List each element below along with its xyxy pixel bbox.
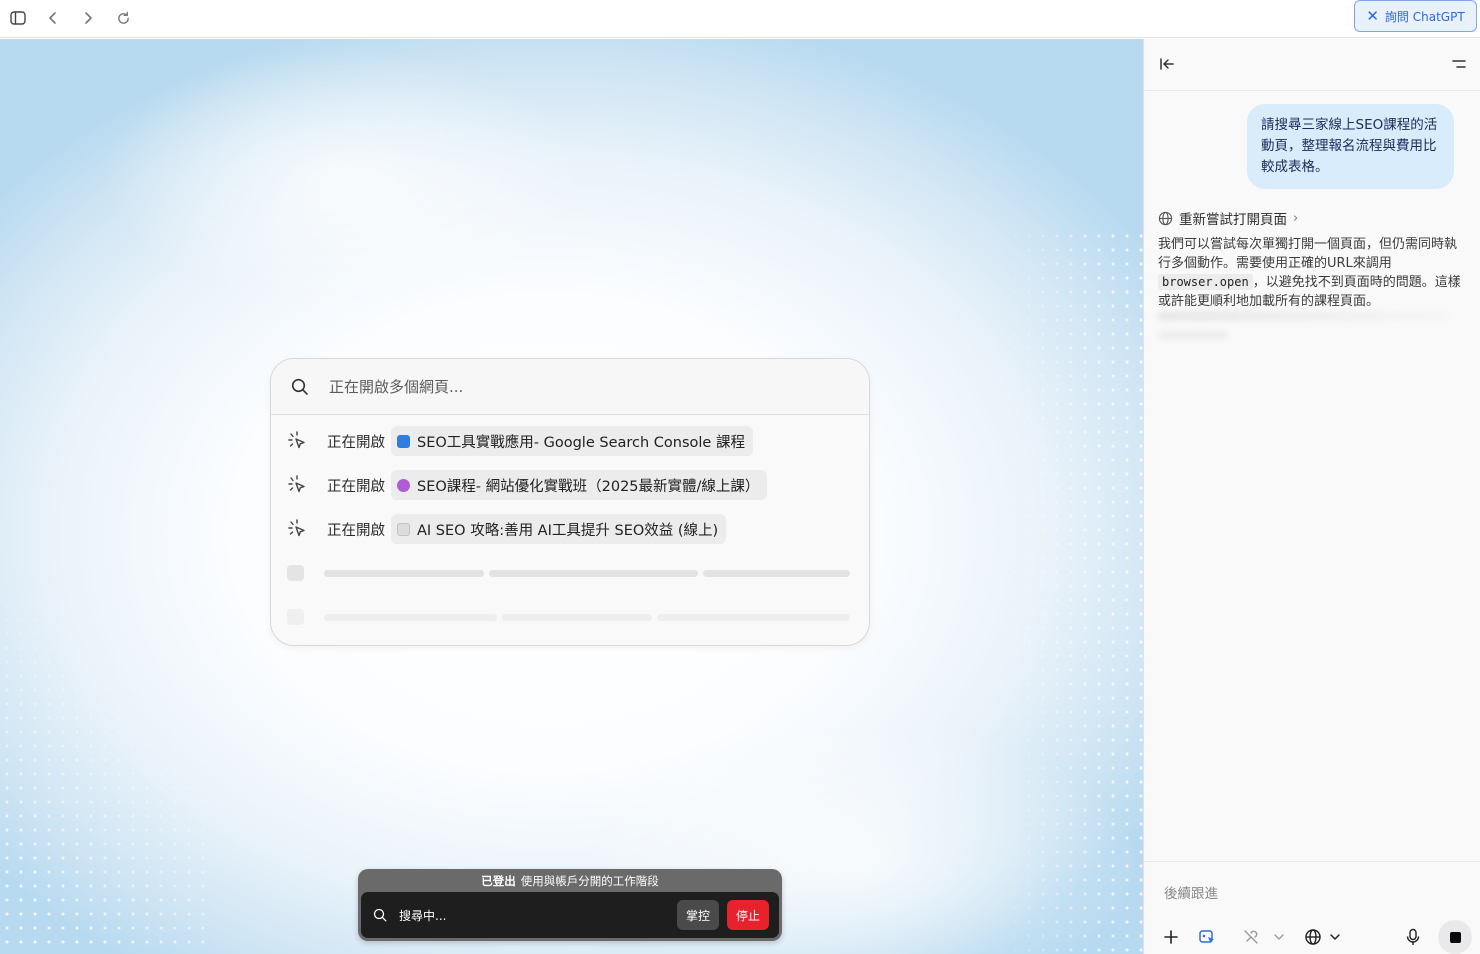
loading-skeleton-row (287, 565, 855, 581)
stop-generation-button[interactable] (1438, 920, 1472, 954)
page-chip[interactable]: SEO工具實戰應用- Google Search Console 課程 (391, 426, 753, 456)
page-title: AI SEO 攻略:善用 AI工具提升 SEO效益 (線上) (417, 522, 719, 539)
site-favicon-icon (397, 522, 410, 536)
dot-pattern-right (980, 229, 1143, 954)
skeleton-bar (657, 613, 850, 621)
site-favicon-icon (397, 478, 410, 492)
assistant-message: 我們可以嘗試每次單獨打開一個頁面，但仍需同時執行多個動作。需要使用正確的URL來… (1158, 236, 1463, 311)
inline-code: browser.open (1158, 274, 1253, 290)
menu-icon[interactable] (1448, 53, 1470, 75)
search-icon (373, 908, 387, 922)
stop-square-icon (1449, 931, 1461, 943)
agent-status-row: 搜尋中... 掌控 停止 (361, 892, 779, 938)
browser-viewport: 正在開啟多個網頁... 正在開啟 SEO工具實戰應用- Google Searc… (0, 39, 1143, 954)
card-header: 正在開啟多個網頁... (271, 359, 869, 415)
message-composer: 後續跟進 (1144, 861, 1480, 954)
skeleton-bar (324, 569, 484, 577)
sidebar-toggle-icon[interactable] (6, 6, 30, 30)
opening-row: 正在開啟 AI SEO 攻略:善用 AI工具提升 SEO效益 (線上) (287, 514, 727, 544)
loading-pointer-icon (288, 519, 305, 537)
skeleton-bar (703, 569, 850, 577)
session-description: 使用與帳戶分開的工作階段 (520, 873, 659, 888)
page-title: SEO工具實戰應用- Google Search Console 課程 (417, 434, 745, 451)
retry-open-page-action[interactable]: 重新嘗試打開頁面 › (1158, 208, 1298, 228)
opening-verb: 正在開啟 (327, 522, 385, 539)
back-icon[interactable] (41, 6, 65, 30)
site-favicon-icon (397, 434, 410, 448)
skeleton-box (287, 609, 304, 625)
collapse-panel-icon[interactable] (1156, 53, 1178, 75)
add-icon[interactable] (1160, 926, 1182, 948)
loading-pointer-icon (288, 475, 305, 493)
web-search-globe-icon[interactable] (1302, 926, 1324, 948)
retry-action-label: 重新嘗試打開頁面 (1179, 212, 1287, 228)
forward-icon[interactable] (76, 6, 100, 30)
session-status: 已登出 (481, 873, 516, 888)
panel-header (1144, 39, 1480, 91)
browser-toolbar: ✕ 詢問 ChatGPT (0, 0, 1480, 38)
opening-verb: 正在開啟 (327, 434, 385, 451)
card-header-text: 正在開啟多個網頁... (329, 378, 464, 396)
reload-icon[interactable] (111, 6, 135, 30)
assistant-text-part1: 我們可以嘗試每次單獨打開一個頁面，但仍需同時執行多個動作。需要使用正確的URL來… (1158, 237, 1458, 271)
agent-mode-icon[interactable] (1196, 926, 1218, 948)
user-message-bubble: 請搜尋三家線上SEO課程的活動頁，整理報名流程與費用比較成表格。 (1247, 104, 1454, 189)
session-notice: 已登出 使用與帳戶分開的工作階段 (358, 869, 782, 892)
chat-side-panel: 請搜尋三家線上SEO課程的活動頁，整理報名流程與費用比較成表格。 重新嘗試打開頁… (1143, 39, 1480, 954)
chevron-right-icon: › (1293, 210, 1299, 226)
page-chip[interactable]: AI SEO 攻略:善用 AI工具提升 SEO效益 (線上) (391, 514, 727, 544)
stop-button[interactable]: 停止 (727, 900, 769, 930)
search-icon (291, 378, 308, 395)
ask-chatgpt-label: 詢問 ChatGPT (1384, 9, 1465, 24)
globe-icon (1158, 211, 1173, 225)
take-control-button[interactable]: 掌控 (677, 900, 719, 930)
skeleton-bar (502, 613, 652, 621)
chevron-down-icon[interactable] (1268, 926, 1290, 948)
opening-pages-card: 正在開啟多個網頁... 正在開啟 SEO工具實戰應用- Google Searc… (270, 358, 870, 646)
tools-disabled-icon[interactable] (1240, 926, 1262, 948)
opening-row: 正在開啟 SEO工具實戰應用- Google Search Console 課程 (287, 426, 753, 456)
streaming-text-placeholder (1158, 331, 1228, 339)
microphone-icon[interactable] (1402, 926, 1424, 948)
skeleton-bar (324, 613, 497, 621)
agent-control-bar: 已登出 使用與帳戶分開的工作階段 搜尋中... 掌控 停止 (358, 869, 782, 941)
dot-pattern-left (0, 599, 210, 954)
skeleton-box (287, 565, 304, 581)
composer-input[interactable]: 後續跟進 (1164, 882, 1218, 902)
loading-skeleton-row (287, 609, 855, 625)
skeleton-bar (489, 569, 698, 577)
opening-verb: 正在開啟 (327, 478, 385, 495)
loading-pointer-icon (288, 431, 305, 449)
chevron-down-icon[interactable] (1324, 926, 1346, 948)
page-chip[interactable]: SEO課程- 網站優化實戰班（2025最新實體/線上課） (391, 470, 768, 500)
opening-row: 正在開啟 SEO課程- 網站優化實戰班（2025最新實體/線上課） (287, 470, 768, 500)
close-icon: ✕ (1366, 6, 1379, 25)
ask-chatgpt-button[interactable]: ✕ 詢問 ChatGPT (1354, 0, 1477, 32)
streaming-text-placeholder (1158, 311, 1448, 321)
page-title: SEO課程- 網站優化實戰班（2025最新實體/線上課） (417, 478, 760, 495)
agent-status-text: 搜尋中... (399, 908, 447, 923)
